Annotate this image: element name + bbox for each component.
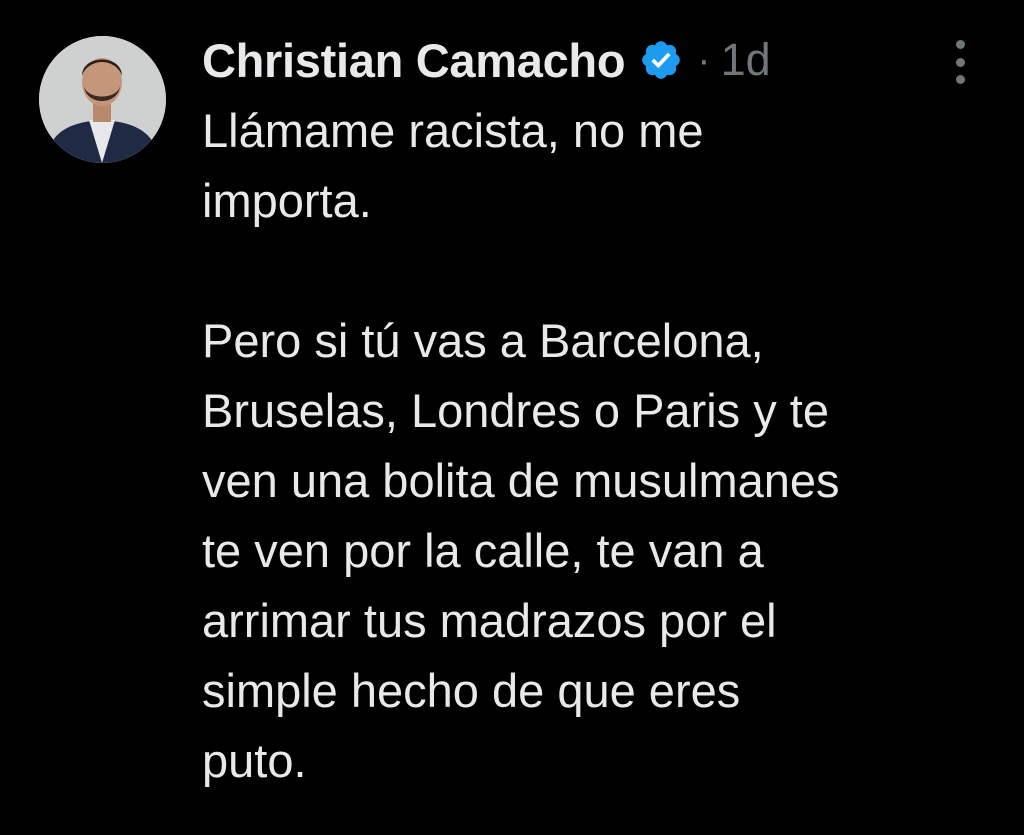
timestamp[interactable]: 1d (721, 34, 771, 86)
tweet: Christian Camacho · 1d Llámame racista, … (0, 0, 1024, 835)
more-options-icon[interactable] (948, 40, 972, 84)
separator-dot: · (697, 37, 711, 82)
more-dot (955, 40, 965, 49)
tweet-header: Christian Camacho · 1d (202, 28, 771, 92)
tweet-paragraph: Pero si tú vas a Barcelona, Bruselas, Lo… (202, 314, 840, 787)
more-dot (955, 57, 965, 67)
author-name[interactable]: Christian Camacho (202, 33, 626, 88)
tweet-paragraph: Llámame racista, no me importa. (202, 104, 704, 227)
more-dot (955, 75, 965, 84)
avatar[interactable] (39, 36, 166, 163)
verified-badge-icon (639, 38, 683, 82)
tweet-text: Llámame racista, no me importa. Pero si … (202, 96, 1002, 796)
